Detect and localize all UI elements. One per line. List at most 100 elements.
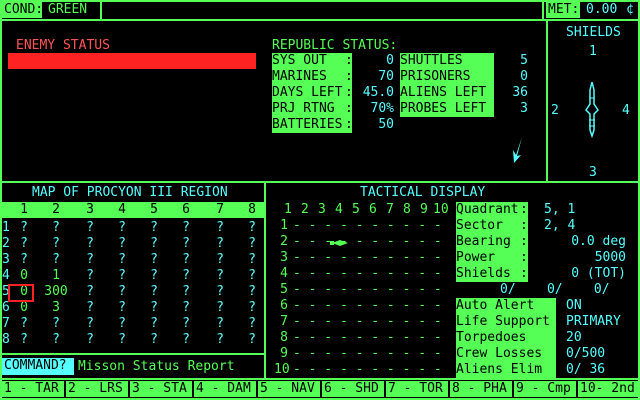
map-sector-cell[interactable]: ? <box>16 332 32 348</box>
map-sector-cell[interactable]: ? <box>244 268 260 284</box>
republic-stat-label: MARINES <box>272 69 352 85</box>
map-sector-cell[interactable]: ? <box>48 220 64 236</box>
map-sector-cell[interactable]: ? <box>82 284 98 300</box>
shields-title: SHIELDS <box>566 25 621 40</box>
map-sector-cell[interactable]: ? <box>16 236 32 252</box>
met-value: 0.00 <box>586 2 618 17</box>
map-sector-cell[interactable]: ? <box>178 252 194 268</box>
map-sector-cell[interactable]: ? <box>146 220 162 236</box>
map-sector-cell[interactable]: ? <box>114 236 130 252</box>
republic-stat-colon: : <box>345 117 353 132</box>
player-ship-icon <box>330 240 348 246</box>
map-sector-cell[interactable]: ? <box>178 316 194 332</box>
tactical-row-cells[interactable]: - - - - - - - - - - <box>293 218 442 234</box>
map-sector-cell[interactable]: ? <box>114 284 130 300</box>
enemy-header-sector: SECTOR <box>80 85 127 100</box>
map-sector-cell[interactable]: ? <box>48 252 64 268</box>
map-sector-cell[interactable]: ? <box>48 332 64 348</box>
map-sector-cell[interactable]: ? <box>82 252 98 268</box>
tactical-row-cells[interactable]: - - - - - - - - - - <box>293 346 442 362</box>
map-sector-cell[interactable]: ? <box>212 284 228 300</box>
map-sector-cell[interactable]: ? <box>212 268 228 284</box>
map-sector-cell[interactable]: ? <box>212 236 228 252</box>
map-sector-cell[interactable]: ? <box>82 332 98 348</box>
map-sector-cell[interactable]: ? <box>178 220 194 236</box>
map-sector-cell[interactable]: ? <box>212 300 228 316</box>
function-key-button[interactable]: 7 - TOR <box>386 381 448 397</box>
map-sector-cell[interactable]: ? <box>212 316 228 332</box>
map-sector-cell[interactable]: ? <box>114 332 130 348</box>
function-key-button[interactable]: 4 - DAM <box>194 381 256 397</box>
tactical-row-cells[interactable]: - - - - - - - - - - <box>293 250 442 266</box>
map-sector-cell[interactable]: ? <box>48 236 64 252</box>
function-key-button[interactable]: 2 - LRS <box>66 381 128 397</box>
shield-2-label: 2 <box>551 103 559 118</box>
map-sector-cell[interactable]: 0 <box>16 300 32 316</box>
command-input[interactable]: Misson Status Report <box>78 359 235 375</box>
tactical-info-colon: : <box>520 250 528 265</box>
map-sector-cell[interactable]: ? <box>212 332 228 348</box>
map-sector-cell[interactable]: ? <box>146 332 162 348</box>
map-sector-cell[interactable]: 300 <box>42 284 70 300</box>
map-sector-cell[interactable]: ? <box>114 220 130 236</box>
map-sector-cell[interactable]: ? <box>48 316 64 332</box>
map-sector-cell[interactable]: ? <box>82 300 98 316</box>
map-sector-cell[interactable]: ? <box>178 300 194 316</box>
function-key-button[interactable]: 8 - PHA <box>450 381 512 397</box>
function-key-button[interactable]: 9 - Cmp <box>514 381 576 397</box>
republic-stat-colon: : <box>345 101 353 116</box>
map-sector-cell[interactable]: ? <box>212 220 228 236</box>
map-row-label: 2 <box>2 236 10 251</box>
function-key-button[interactable]: 5 - NAV <box>258 381 320 397</box>
map-sector-cell[interactable]: ? <box>146 284 162 300</box>
tactical-status-value: ON <box>566 298 582 313</box>
map-sector-cell[interactable]: ? <box>146 316 162 332</box>
map-sector-cell[interactable]: ? <box>244 284 260 300</box>
tactical-row-label: 6 <box>280 298 288 313</box>
map-sector-cell[interactable]: ? <box>244 332 260 348</box>
tactical-row-cells[interactable]: - - - - - - - - - - <box>293 330 442 346</box>
map-sector-cell[interactable]: ? <box>146 268 162 284</box>
function-key-button[interactable]: 3 - STA <box>130 381 192 397</box>
map-sector-cell[interactable]: ? <box>146 236 162 252</box>
map-sector-cell[interactable]: ? <box>16 220 32 236</box>
tactical-row-cells[interactable]: - - - - - - - - - - <box>293 266 442 282</box>
map-sector-cell[interactable]: ? <box>82 220 98 236</box>
map-sector-cell[interactable]: ? <box>178 332 194 348</box>
map-sector-cell[interactable]: ? <box>178 284 194 300</box>
map-sector-cell[interactable]: ? <box>244 300 260 316</box>
map-sector-cell[interactable]: ? <box>212 252 228 268</box>
map-sector-cell[interactable]: ? <box>82 236 98 252</box>
map-sector-cell[interactable]: ? <box>82 268 98 284</box>
map-sector-cell[interactable]: ? <box>178 236 194 252</box>
tactical-row-cells[interactable]: - - - - - - - - - - <box>293 282 442 298</box>
map-sector-cell[interactable]: ? <box>114 268 130 284</box>
map-sector-cell[interactable]: 3 <box>48 300 64 316</box>
republic-stat-label: SHUTTLES <box>400 53 494 69</box>
map-sector-cell[interactable]: ? <box>244 316 260 332</box>
map-sector-cell[interactable]: ? <box>114 300 130 316</box>
map-sector-cell[interactable]: 0 <box>16 268 32 284</box>
map-sector-cell[interactable]: ? <box>178 268 194 284</box>
map-sector-cell[interactable]: ? <box>146 252 162 268</box>
republic-stat-colon: : <box>345 53 353 68</box>
map-sector-cell[interactable]: ? <box>16 252 32 268</box>
tactical-row-cells[interactable]: - - - - - - - - - - <box>293 362 442 378</box>
map-sector-cell[interactable]: ? <box>244 252 260 268</box>
republic-stat-value: 3 <box>520 101 528 116</box>
function-key-button[interactable]: 10- 2nd <box>578 381 640 397</box>
tactical-row-cells[interactable]: - - - - - - - - - - <box>293 298 442 314</box>
tactical-row-cells[interactable]: - - - - - - - - - - <box>293 314 442 330</box>
map-sector-cell[interactable]: ? <box>16 316 32 332</box>
command-prompt: COMMAND? <box>2 358 74 375</box>
tactical-row-cells[interactable]: - - - - - - - - - - <box>293 234 442 250</box>
map-sector-cell[interactable]: ? <box>114 316 130 332</box>
function-key-button[interactable]: 1 - TAR <box>2 381 64 397</box>
map-sector-cell[interactable]: ? <box>146 300 162 316</box>
map-sector-cell[interactable]: ? <box>114 252 130 268</box>
map-sector-cell[interactable]: 1 <box>48 268 64 284</box>
function-key-button[interactable]: 6 - SHD <box>322 381 384 397</box>
map-sector-cell[interactable]: ? <box>82 316 98 332</box>
map-sector-cell[interactable]: ? <box>244 236 260 252</box>
map-sector-cell[interactable]: ? <box>244 220 260 236</box>
